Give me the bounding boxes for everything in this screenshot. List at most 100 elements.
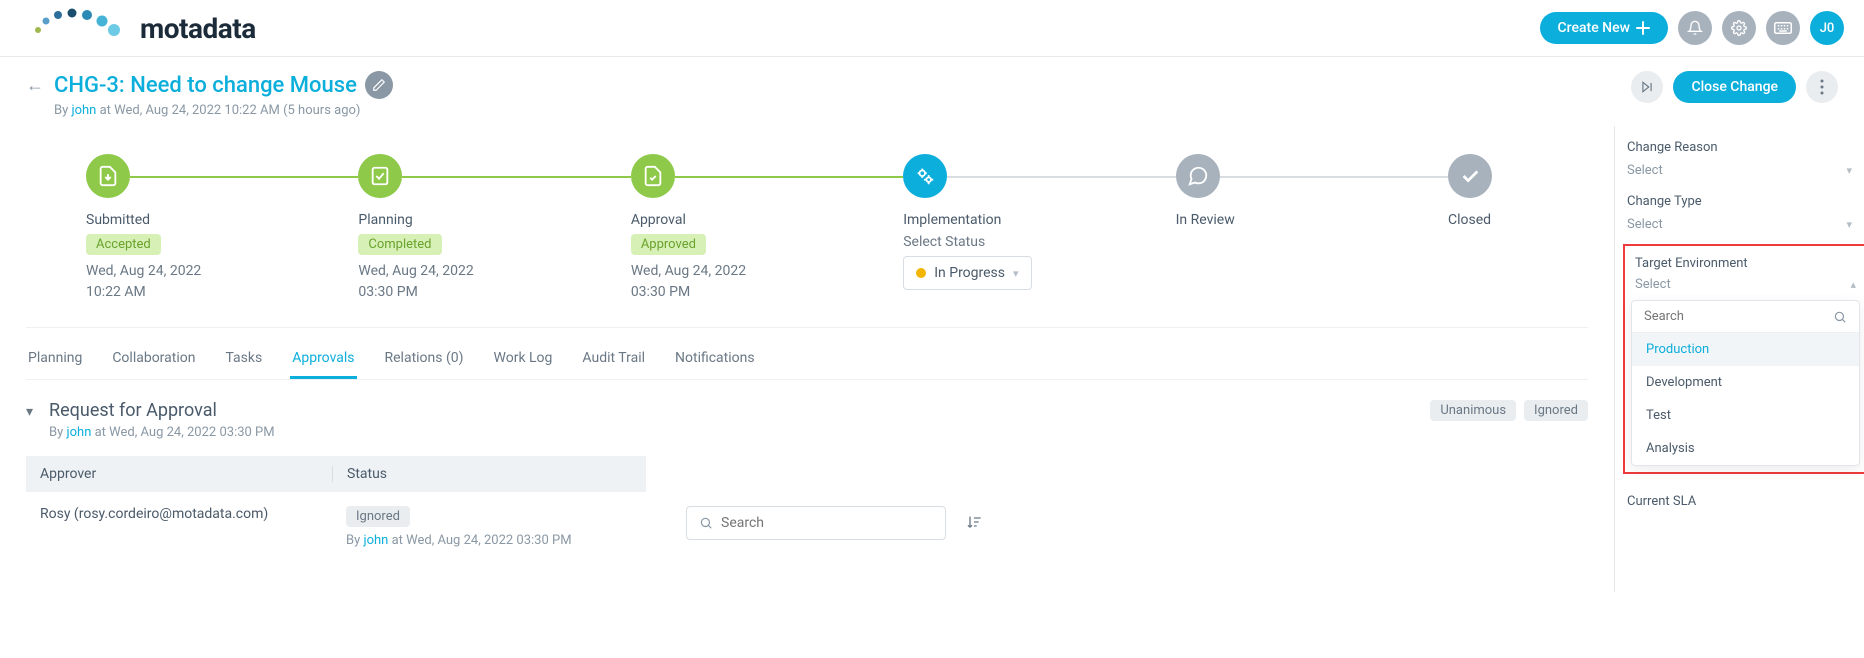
stage-implementation-icon [903, 154, 947, 198]
stage-label: Implementation [903, 212, 1175, 228]
table-row: Rosy (rosy.cordeiro@motadata.com) Ignore… [26, 492, 646, 562]
stage-in-review-icon [1176, 154, 1220, 198]
chevron-down-icon: ▾ [1013, 267, 1019, 280]
stage-sublabel: Select Status [903, 234, 1175, 250]
bell-icon [1687, 20, 1703, 36]
tab-audit-trail[interactable]: Audit Trail [580, 340, 647, 379]
status-dot-icon [916, 268, 926, 278]
stage-status-badge: Accepted [86, 234, 161, 255]
stage-implementation: Implementation Select Status In Progress… [903, 154, 1175, 290]
tab-notifications[interactable]: Notifications [673, 340, 757, 379]
stage-label: Closed [1448, 212, 1528, 228]
stage-date: Wed, Aug 24, 2022 03:30 PM [358, 261, 630, 303]
search-icon [1833, 310, 1847, 324]
stage-label: Approval [631, 212, 903, 228]
stage-planning: Planning Completed Wed, Aug 24, 2022 03:… [358, 154, 630, 303]
search-icon [699, 516, 713, 530]
dropdown-search-input[interactable] [1632, 301, 1859, 333]
bell-icon-button[interactable] [1678, 11, 1712, 45]
dropdown-option-test[interactable]: Test [1632, 399, 1859, 432]
skip-forward-button[interactable] [1631, 71, 1663, 103]
app-header: motadata Create New J0 [0, 0, 1864, 57]
stage-label: Planning [358, 212, 630, 228]
stage-date: Wed, Aug 24, 2022 03:30 PM [631, 261, 903, 303]
logo: motadata [20, 8, 256, 48]
created-by-user-link[interactable]: john [71, 103, 96, 118]
current-sla-label: Current SLA [1627, 494, 1852, 509]
stage-approval: Approval Approved Wed, Aug 24, 2022 03:3… [631, 154, 903, 303]
properties-sidebar: Change Reason Select ▾ Change Type Selec… [1614, 126, 1864, 592]
target-env-dropdown: Production Development Test Analysis [1631, 300, 1860, 466]
change-reason-select[interactable]: Select ▾ [1627, 161, 1852, 180]
stage-submitted-icon [86, 154, 130, 198]
gear-icon [1731, 20, 1747, 36]
gears-icon [914, 165, 936, 187]
tab-relations[interactable]: Relations (0) [383, 340, 466, 379]
field-change-reason: Change Reason Select ▾ [1627, 140, 1852, 180]
stage-label: In Review [1176, 212, 1448, 228]
approval-state-badge: Ignored [1524, 400, 1588, 421]
change-type-select[interactable]: Select ▾ [1627, 215, 1852, 234]
col-status: Status [332, 466, 632, 482]
dropdown-option-development[interactable]: Development [1632, 366, 1859, 399]
row-status-badge: Ignored [346, 506, 410, 527]
page-title: CHG-3: Need to change Mouse [54, 71, 393, 99]
approvals-by-user-link[interactable]: john [67, 425, 92, 440]
logo-dots-icon [20, 8, 140, 48]
stage-timeline: Submitted Accepted Wed, Aug 24, 2022 10:… [26, 136, 1588, 328]
pencil-icon [372, 78, 386, 92]
tab-planning[interactable]: Planning [26, 340, 84, 379]
chevron-down-icon: ▾ [1846, 218, 1852, 231]
stage-closed: Closed [1448, 154, 1528, 234]
tab-work-log[interactable]: Work Log [492, 340, 555, 379]
stage-in-review: In Review [1176, 154, 1448, 234]
more-actions-button[interactable] [1806, 71, 1838, 103]
collapse-toggle-icon[interactable]: ▾ [26, 404, 33, 420]
keyboard-icon [1774, 21, 1792, 35]
approval-table-header: Approver Status [26, 456, 646, 492]
stage-status-badge: Approved [631, 234, 706, 255]
plus-icon [1636, 21, 1650, 35]
approval-search-field[interactable] [721, 515, 933, 531]
tab-bar: Planning Collaboration Tasks Approvals R… [26, 328, 1588, 380]
document-arrow-icon [97, 165, 119, 187]
user-avatar[interactable]: J0 [1810, 11, 1844, 45]
logo-text: motadata [140, 12, 256, 45]
approval-type-badge: Unanimous [1430, 400, 1516, 421]
stage-planning-icon [358, 154, 402, 198]
chevron-down-icon: ▾ [1846, 164, 1852, 177]
header-actions: Create New J0 [1540, 11, 1844, 45]
chevron-up-icon: ▴ [1850, 278, 1856, 291]
gear-icon-button[interactable] [1722, 11, 1756, 45]
close-change-button[interactable]: Close Change [1673, 71, 1796, 103]
document-check-icon [642, 165, 664, 187]
chat-icon [1187, 165, 1209, 187]
dropdown-option-analysis[interactable]: Analysis [1632, 432, 1859, 465]
field-change-type: Change Type Select ▾ [1627, 194, 1852, 234]
dropdown-search-field[interactable] [1644, 309, 1825, 324]
sort-icon [966, 514, 982, 530]
title-bar: ← CHG-3: Need to change Mouse By john at… [0, 57, 1864, 126]
dropdown-option-production[interactable]: Production [1632, 333, 1859, 366]
approval-search-input[interactable] [686, 506, 946, 540]
edit-title-button[interactable] [365, 71, 393, 99]
tab-approvals[interactable]: Approvals [290, 340, 356, 379]
field-label: Target Environment [1635, 256, 1856, 271]
back-arrow-icon[interactable]: ← [26, 75, 44, 96]
row-status-user-link[interactable]: john [363, 533, 388, 548]
tab-tasks[interactable]: Tasks [223, 340, 264, 379]
stage-approval-icon [631, 154, 675, 198]
target-env-select[interactable]: Select ▴ [1635, 277, 1856, 292]
approver-cell: Rosy (rosy.cordeiro@motadata.com) [40, 506, 332, 522]
approvals-subtitle: By john at Wed, Aug 24, 2022 03:30 PM [49, 425, 275, 440]
implementation-status-select[interactable]: In Progress ▾ [903, 256, 1031, 290]
tab-collaboration[interactable]: Collaboration [110, 340, 197, 379]
stage-submitted: Submitted Accepted Wed, Aug 24, 2022 10:… [86, 154, 358, 303]
keyboard-icon-button[interactable] [1766, 11, 1800, 45]
row-status-meta: By john at Wed, Aug 24, 2022 03:30 PM [346, 533, 632, 548]
approvals-title: Request for Approval [49, 400, 275, 421]
create-new-button[interactable]: Create New [1540, 12, 1668, 44]
page-subtitle: By john at Wed, Aug 24, 2022 10:22 AM (5… [54, 103, 393, 118]
stage-label: Submitted [86, 212, 358, 228]
sort-button[interactable] [958, 506, 990, 538]
